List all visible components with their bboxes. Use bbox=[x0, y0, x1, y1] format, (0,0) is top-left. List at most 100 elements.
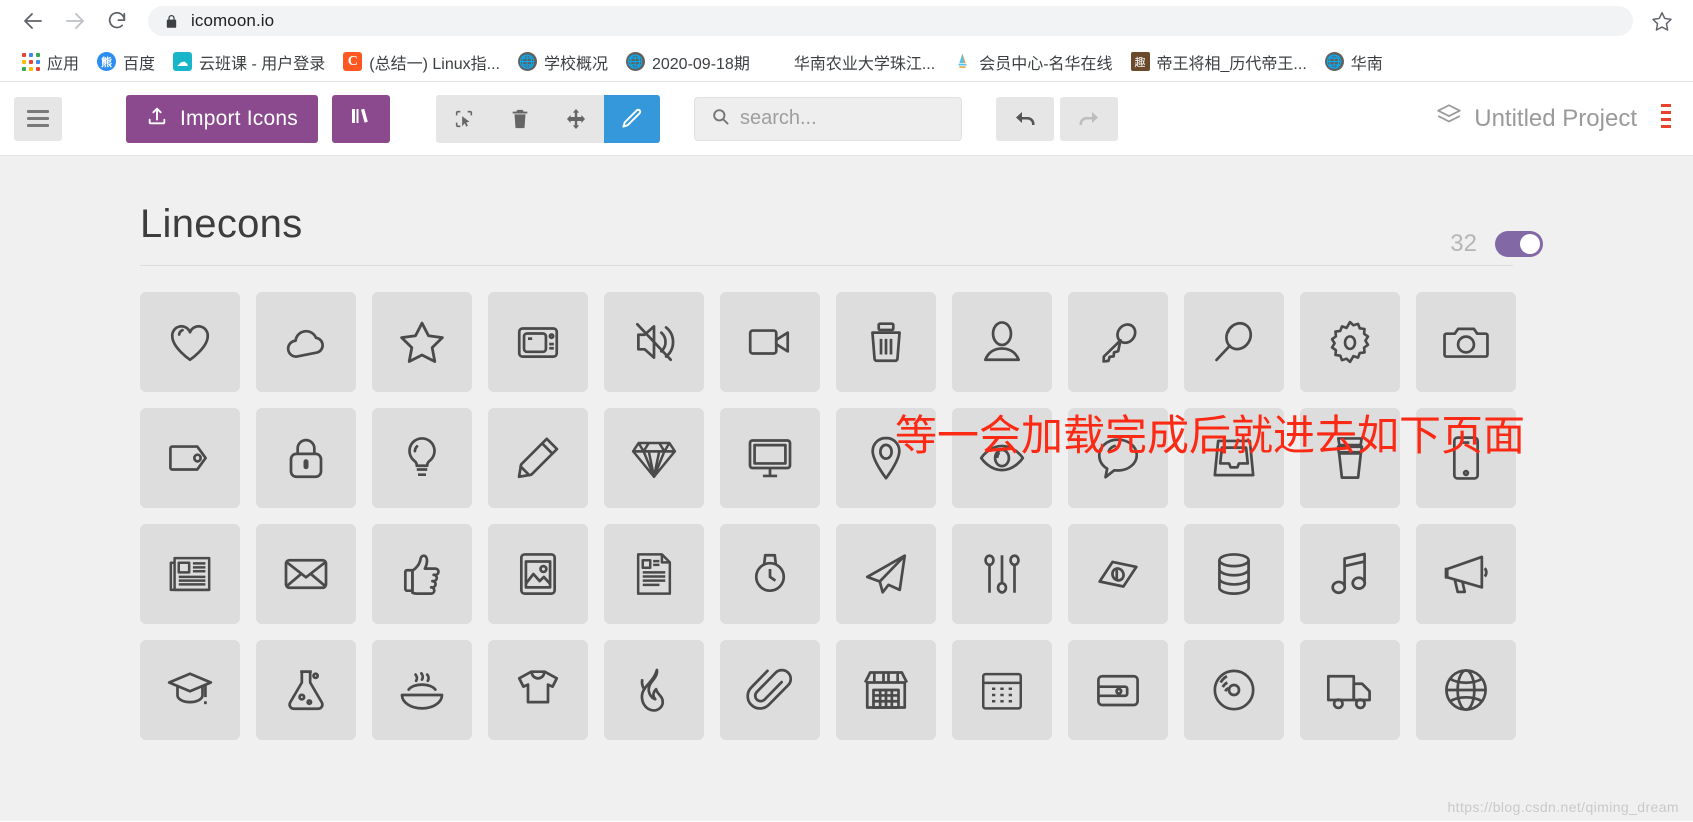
icon-cell-music[interactable] bbox=[1300, 524, 1400, 624]
library-button[interactable] bbox=[331, 94, 390, 143]
header-divider bbox=[140, 265, 1513, 266]
icon-cell-mail[interactable] bbox=[256, 524, 356, 624]
bookmark-minghua[interactable]: 会员中心-名华在线 bbox=[944, 46, 1121, 78]
browser-nav-bar: icomoon.io bbox=[0, 0, 1693, 42]
icon-cell-diamond[interactable] bbox=[604, 408, 704, 508]
project-name: Untitled Project bbox=[1474, 104, 1637, 132]
address-bar[interactable]: icomoon.io bbox=[148, 6, 1633, 36]
icon-cell-megaphone[interactable] bbox=[1416, 524, 1516, 624]
bookmark-diwang[interactable]: 趣 帝王将相_历代帝王... bbox=[1122, 46, 1316, 78]
icon-cell-key[interactable] bbox=[1068, 292, 1168, 392]
back-arrow-icon[interactable] bbox=[14, 2, 52, 40]
icon-cell-heart[interactable] bbox=[140, 292, 240, 392]
icon-cell-lock[interactable] bbox=[256, 408, 356, 508]
icon-cell-user[interactable] bbox=[952, 292, 1052, 392]
icon-cell-sound-off[interactable] bbox=[604, 292, 704, 392]
bookmark-apps[interactable]: 应用 bbox=[12, 46, 88, 78]
icon-cell-calendar[interactable] bbox=[952, 640, 1052, 740]
history-group bbox=[995, 96, 1118, 141]
icon-cell-like[interactable] bbox=[372, 524, 472, 624]
icon-cell-photo[interactable] bbox=[488, 524, 588, 624]
icon-set-header: Linecons 32 bbox=[0, 156, 1693, 266]
icon-cell-paper-plane[interactable] bbox=[836, 524, 936, 624]
icon-cell-world[interactable] bbox=[1416, 640, 1516, 740]
icon-cell-inbox[interactable] bbox=[1184, 408, 1284, 508]
select-tool-button[interactable] bbox=[436, 95, 492, 143]
bookmark-huanan[interactable]: 🌐 华南 bbox=[1316, 46, 1392, 78]
hamburger-line bbox=[27, 110, 49, 113]
lock-icon bbox=[164, 14, 179, 29]
redo-button[interactable] bbox=[1059, 96, 1118, 141]
undo-button[interactable] bbox=[995, 96, 1054, 141]
icon-cell-truck[interactable] bbox=[1300, 640, 1400, 740]
app-toolbar: Import Icons search... Untitled Project bbox=[0, 82, 1693, 156]
generate-font-icon[interactable] bbox=[1649, 102, 1671, 135]
bookmark-baidu[interactable]: 熊 百度 bbox=[88, 46, 164, 78]
icon-cell-food[interactable] bbox=[372, 640, 472, 740]
icon-cell-clock[interactable] bbox=[720, 524, 820, 624]
bookmark-label: 2020-09-18期 bbox=[651, 55, 750, 73]
url-text: icomoon.io bbox=[191, 11, 275, 30]
bookmark-label: 会员中心-名华在线 bbox=[979, 55, 1113, 73]
bookmarks-bar: 应用 熊 百度 ☁ 云班课 - 用户登录 C (总结一) Linux指... 🌐… bbox=[0, 42, 1693, 82]
icon-cell-tv[interactable] bbox=[488, 292, 588, 392]
icon-cell-cup[interactable] bbox=[1300, 408, 1400, 508]
bookmark-school[interactable]: 🌐 学校概况 bbox=[509, 46, 617, 78]
icon-cell-cog[interactable] bbox=[1300, 292, 1400, 392]
icon-cell-bubble[interactable] bbox=[1068, 408, 1168, 508]
bookmark-label: 百度 bbox=[123, 55, 156, 73]
icon-cell-wallet[interactable] bbox=[1068, 640, 1168, 740]
icon-cell-params[interactable] bbox=[952, 524, 1052, 624]
icon-cell-cloud[interactable] bbox=[256, 292, 356, 392]
toggle-knob bbox=[1520, 234, 1540, 254]
import-icons-label: Import Icons bbox=[180, 106, 298, 130]
icon-cell-shop[interactable] bbox=[836, 640, 936, 740]
icon-cell-data[interactable] bbox=[1184, 524, 1284, 624]
edit-tool-button[interactable] bbox=[603, 94, 660, 143]
bookmark-yunbanke[interactable]: ☁ 云班课 - 用户登录 bbox=[164, 46, 334, 78]
icon-cell-news[interactable] bbox=[140, 524, 240, 624]
forward-arrow-icon[interactable] bbox=[56, 2, 94, 40]
search-icon bbox=[711, 107, 730, 131]
search-placeholder: search... bbox=[739, 107, 817, 129]
icon-cell-star[interactable] bbox=[372, 292, 472, 392]
icon-cell-bulb[interactable] bbox=[372, 408, 472, 508]
icon-cell-search[interactable] bbox=[1184, 292, 1284, 392]
icon-cell-study[interactable] bbox=[140, 640, 240, 740]
icon-cell-pencil[interactable] bbox=[488, 408, 588, 508]
icon-cell-camera[interactable] bbox=[1416, 292, 1516, 392]
icon-cell-banknote[interactable] bbox=[1068, 524, 1168, 624]
search-input[interactable]: search... bbox=[693, 96, 962, 141]
select-all-toggle[interactable] bbox=[1495, 231, 1543, 257]
globe-icon: 🌐 bbox=[517, 52, 537, 71]
globe-icon: 🌐 bbox=[625, 52, 645, 71]
reload-icon[interactable] bbox=[98, 2, 136, 40]
bookmark-linux[interactable]: C (总结一) Linux指... bbox=[334, 46, 509, 78]
delete-tool-button[interactable] bbox=[492, 95, 548, 143]
icon-cell-phone[interactable] bbox=[1416, 408, 1516, 508]
icon-cell-video-camera[interactable] bbox=[720, 292, 820, 392]
icon-cell-clip[interactable] bbox=[720, 640, 820, 740]
csdn-icon: C bbox=[343, 52, 363, 71]
import-icons-button[interactable]: Import Icons bbox=[126, 94, 318, 143]
icon-cell-trash[interactable] bbox=[836, 292, 936, 392]
move-tool-button[interactable] bbox=[548, 95, 604, 143]
bookmark-label: 华南农业大学珠江... bbox=[793, 55, 936, 73]
icon-cell-t-shirt[interactable] bbox=[488, 640, 588, 740]
icon-cell-display[interactable] bbox=[720, 408, 820, 508]
icon-cell-eye[interactable] bbox=[952, 408, 1052, 508]
bookmark-label: 学校概况 bbox=[543, 55, 608, 73]
icon-cell-note[interactable] bbox=[604, 524, 704, 624]
project-area[interactable]: Untitled Project bbox=[1436, 102, 1671, 135]
icon-cell-tag[interactable] bbox=[140, 408, 240, 508]
icon-cell-fire[interactable] bbox=[604, 640, 704, 740]
bookmark-date[interactable]: 🌐 2020-09-18期 bbox=[617, 46, 759, 78]
bookmark-scau-zhujiang[interactable]: 华南农业大学珠江... bbox=[759, 46, 944, 78]
bookmark-star-icon[interactable] bbox=[1645, 4, 1679, 38]
icon-cell-vinyl[interactable] bbox=[1184, 640, 1284, 740]
icon-cell-location[interactable] bbox=[836, 408, 936, 508]
menu-button[interactable] bbox=[14, 96, 62, 141]
watermark-text: https://blog.csdn.net/qiming_dream bbox=[1447, 799, 1679, 815]
layers-icon bbox=[1436, 102, 1462, 135]
icon-cell-lab[interactable] bbox=[256, 640, 356, 740]
